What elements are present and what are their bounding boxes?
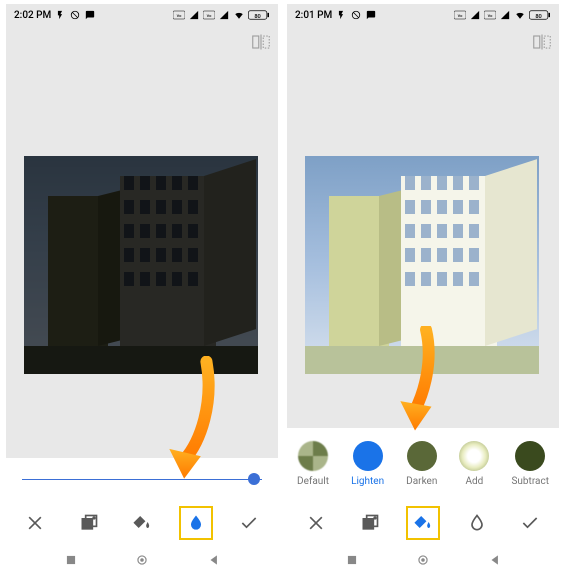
mode-subtract[interactable]: Subtract <box>511 441 548 487</box>
bolt-icon <box>54 10 66 20</box>
mode-label: Darken <box>406 476 437 487</box>
svg-text:Vo: Vo <box>458 13 463 18</box>
signal-icon <box>218 10 230 20</box>
confirm-button[interactable] <box>513 506 547 540</box>
status-time: 2:02 PM <box>14 10 51 21</box>
status-bar: 2:01 PM Vo Vo 80 <box>287 4 559 26</box>
volte-icon: Vo <box>173 10 185 20</box>
svg-text:Vo: Vo <box>488 13 493 18</box>
volte-icon: Vo <box>203 10 215 20</box>
screen-left: 2:02 PM Vo Vo 80 <box>6 4 278 574</box>
chat-icon <box>365 10 377 20</box>
signal-icon <box>499 10 511 20</box>
battery-icon: 80 <box>248 10 270 20</box>
recents-icon[interactable] <box>345 553 359 567</box>
mode-swatch-icon <box>353 441 383 471</box>
edited-image[interactable] <box>24 156 258 374</box>
signal-icon <box>188 10 200 20</box>
home-icon[interactable] <box>416 553 430 567</box>
svg-text:80: 80 <box>535 14 541 20</box>
status-time: 2:01 PM <box>295 10 332 21</box>
blend-mode-button[interactable] <box>179 506 213 540</box>
mode-add[interactable]: Add <box>459 441 489 487</box>
confirm-button[interactable] <box>232 506 266 540</box>
canvas-area[interactable] <box>6 26 278 458</box>
compare-icon[interactable] <box>533 34 551 50</box>
mode-darken[interactable]: Darken <box>406 441 437 487</box>
dnd-icon <box>69 10 81 20</box>
svg-text:80: 80 <box>254 14 260 20</box>
wifi-icon <box>514 10 526 20</box>
layers-button[interactable] <box>353 506 387 540</box>
wifi-icon <box>233 10 245 20</box>
volte-icon: Vo <box>484 10 496 20</box>
cancel-button[interactable] <box>299 506 333 540</box>
mode-swatch-icon <box>298 441 328 471</box>
fill-button[interactable] <box>125 506 159 540</box>
recents-icon[interactable] <box>64 553 78 567</box>
fill-button[interactable] <box>406 506 440 540</box>
mode-swatch-icon <box>459 441 489 471</box>
svg-text:Vo: Vo <box>177 13 182 18</box>
canvas-area[interactable] <box>287 26 559 428</box>
mode-label: Lighten <box>351 476 384 487</box>
mode-label: Default <box>297 476 329 487</box>
status-bar: 2:02 PM Vo Vo 80 <box>6 4 278 26</box>
back-icon[interactable] <box>488 553 502 567</box>
mode-label: Add <box>466 476 484 487</box>
mode-default[interactable]: Default <box>297 441 329 487</box>
compare-icon[interactable] <box>252 34 270 50</box>
svg-text:Vo: Vo <box>207 13 212 18</box>
android-navbar <box>6 546 278 574</box>
blend-mode-button[interactable] <box>460 506 494 540</box>
bottom-toolbar <box>287 500 559 546</box>
mode-swatch-icon <box>407 441 437 471</box>
slider-knob[interactable] <box>248 473 260 485</box>
mode-lighten[interactable]: Lighten <box>351 441 384 487</box>
home-icon[interactable] <box>135 553 149 567</box>
dnd-icon <box>350 10 362 20</box>
edited-image[interactable] <box>305 156 539 374</box>
mode-swatch-icon <box>515 441 545 471</box>
signal-icon <box>469 10 481 20</box>
layers-button[interactable] <box>72 506 106 540</box>
screen-right: 2:01 PM Vo Vo 80 <box>287 4 559 574</box>
mode-label: Subtract <box>511 476 548 487</box>
back-icon[interactable] <box>207 553 221 567</box>
android-navbar <box>287 546 559 574</box>
bolt-icon <box>335 10 347 20</box>
cancel-button[interactable] <box>18 506 52 540</box>
chat-icon <box>84 10 96 20</box>
battery-icon: 80 <box>529 10 551 20</box>
blend-modes-row: Default Lighten Darken Add Subtract <box>287 428 559 500</box>
opacity-slider[interactable] <box>6 458 278 500</box>
volte-icon: Vo <box>454 10 466 20</box>
bottom-toolbar <box>6 500 278 546</box>
